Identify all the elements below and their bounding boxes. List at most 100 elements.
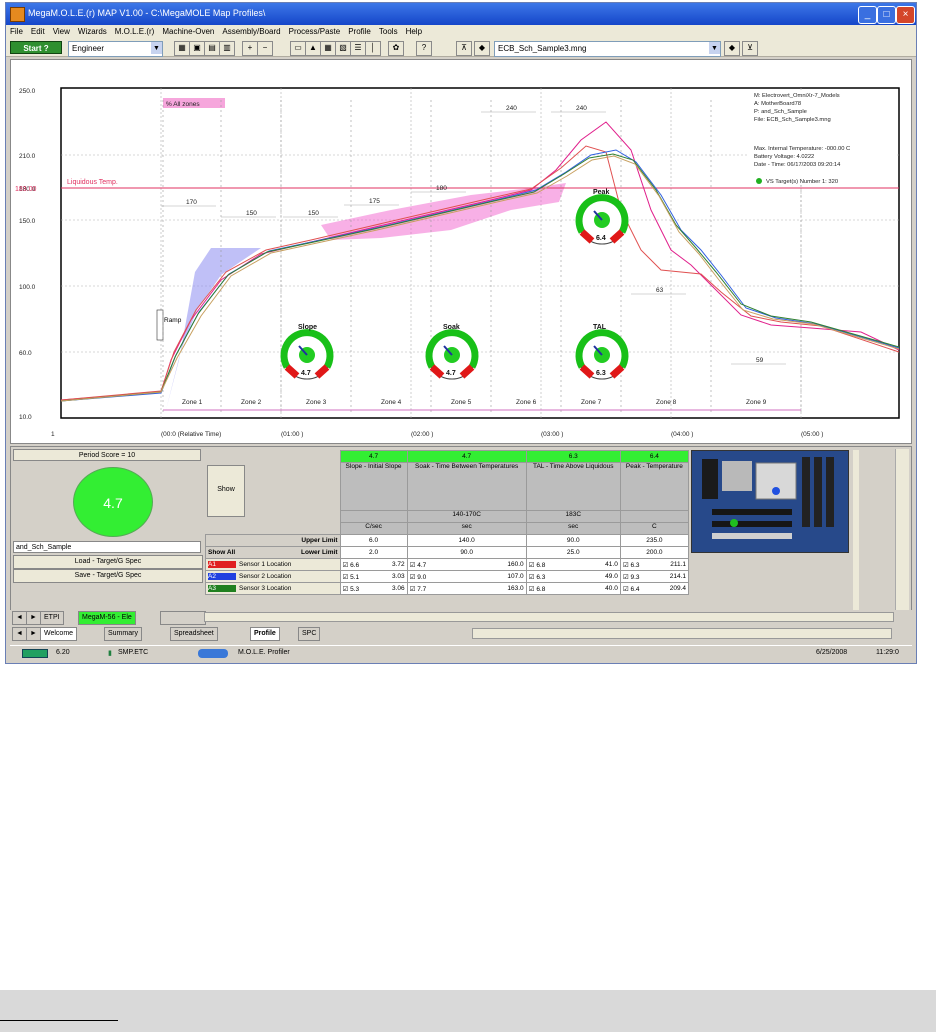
status-bar: 6.20 ▮ SMP.ETC M.O.L.E. Profiler 6/25/20… bbox=[10, 645, 912, 661]
maximize-button[interactable]: □ bbox=[877, 6, 896, 24]
sensor-name: Sensor 3 Location bbox=[239, 585, 292, 592]
new-profile-icon[interactable]: ▦ bbox=[174, 41, 190, 56]
rule-icon[interactable]: │ bbox=[365, 41, 381, 56]
next-file-icon[interactable]: ◆ bbox=[724, 41, 740, 56]
tal-upper[interactable]: 90.0 bbox=[525, 534, 621, 547]
grid-icon[interactable]: ▦ bbox=[320, 41, 336, 56]
liquidus-label: Liquidous Temp. bbox=[67, 179, 118, 186]
tab-profile[interactable]: Profile bbox=[250, 627, 280, 641]
menu-help[interactable]: Help bbox=[402, 25, 426, 36]
sensor-score: 6.6 bbox=[350, 561, 360, 569]
sensor-measure: 3.03 bbox=[391, 572, 405, 580]
close-button[interactable]: × bbox=[896, 6, 915, 24]
last-file-icon[interactable]: ⊻ bbox=[742, 41, 758, 56]
soak-upper[interactable]: 140.0 bbox=[406, 534, 527, 547]
save-target-button[interactable]: Save - Target/G Spec bbox=[13, 569, 203, 583]
app-window: MegaM.O.L.E.(r) MAP V1.00 - C:\MegaMOLE … bbox=[5, 2, 917, 664]
tab-summary[interactable]: Summary bbox=[104, 627, 142, 641]
tab-welcome[interactable]: Welcome bbox=[40, 627, 78, 641]
list-icon[interactable]: ☰ bbox=[350, 41, 366, 56]
zoom-out-icon[interactable]: − bbox=[257, 41, 273, 56]
interval-label: 150 bbox=[308, 210, 319, 217]
ramp-bracket bbox=[156, 309, 164, 341]
view-scrollbar[interactable] bbox=[472, 628, 892, 639]
sensor-row[interactable]: A1 Sensor 1 Location ☑ 6.6 3.72 ☑ 4.7 160.0 ☑ … bbox=[205, 558, 690, 571]
peak-lower[interactable]: 200.0 bbox=[619, 546, 690, 559]
lower-limit-row-label: Show All Lower Limit bbox=[205, 546, 341, 559]
menu-machine-oven[interactable]: Machine-Oven bbox=[158, 25, 218, 36]
user-level-select[interactable]: Engineer ▼ bbox=[68, 41, 163, 57]
sensor-checkbox-icon[interactable]: ☑ bbox=[343, 586, 351, 593]
slope-upper[interactable]: 6.0 bbox=[339, 534, 408, 547]
tal-unit: sec bbox=[525, 522, 621, 535]
interval-label: 150 bbox=[246, 210, 257, 217]
tab-spreadsheet[interactable]: Spreadsheet bbox=[170, 627, 218, 641]
y-tick-label: 210.0 bbox=[19, 153, 36, 160]
sensor-value-cell: ☑ 5.1 3.03 bbox=[339, 570, 408, 583]
sensor-measure: 160.0 bbox=[507, 560, 524, 568]
tal-sub: 183C bbox=[525, 510, 621, 523]
tal-title: TAL - Time Above Liquidous bbox=[525, 462, 621, 511]
zone-label: Zone 9 bbox=[746, 399, 767, 406]
menu-mole[interactable]: M.O.L.E.(r) bbox=[111, 25, 159, 36]
load-target-button[interactable]: Load - Target/G Spec bbox=[13, 555, 203, 569]
menu-view[interactable]: View bbox=[49, 25, 74, 36]
sensor-measure: 3.72 bbox=[391, 560, 405, 568]
folder-icon[interactable]: ▭ bbox=[290, 41, 306, 56]
zone-label: Zone 3 bbox=[306, 399, 327, 406]
sample-name-field[interactable]: and_Sch_Sample bbox=[13, 541, 201, 553]
menu-wizards[interactable]: Wizards bbox=[74, 25, 111, 36]
menu-assembly-board[interactable]: Assembly/Board bbox=[218, 25, 284, 36]
interval-label: 63 bbox=[656, 287, 664, 294]
save-icon[interactable]: ▣ bbox=[189, 41, 205, 56]
profile-chart[interactable]: 250.0 210.0 180.0 150.0 100.0 60.0 10.0 1 (00:0… bbox=[10, 59, 912, 444]
settings-icon[interactable]: ✿ bbox=[388, 41, 404, 56]
sensor-row[interactable]: A2 Sensor 2 Location ☑ 5.1 3.03 ☑ 9.0 107.0 ☑ … bbox=[205, 570, 690, 583]
sensor-name: Sensor 1 Location bbox=[239, 561, 292, 568]
sensor-tag: A3 bbox=[208, 585, 236, 592]
show-all-label[interactable]: Show All bbox=[208, 549, 235, 556]
zoom-in-icon[interactable]: + bbox=[242, 41, 258, 56]
sensor-score: 9.0 bbox=[417, 573, 427, 581]
profile-file-select[interactable]: ECB_Sch_Sample3.mng ▼ bbox=[494, 41, 721, 57]
sensor-value-cell: ☑ 6.8 41.0 bbox=[525, 558, 621, 571]
warning-icon[interactable]: ▲ bbox=[305, 41, 321, 56]
chart-icon[interactable]: ▧ bbox=[335, 41, 351, 56]
sensor-checkbox-icon[interactable]: ☑ bbox=[343, 574, 351, 581]
menu-profile[interactable]: Profile bbox=[344, 25, 375, 36]
peak-upper[interactable]: 235.0 bbox=[619, 534, 690, 547]
print-icon[interactable]: ▤ bbox=[204, 41, 220, 56]
tab-spc[interactable]: SPC bbox=[298, 627, 321, 641]
panel-scrollbar[interactable] bbox=[895, 449, 909, 613]
soak-lower[interactable]: 90.0 bbox=[406, 546, 527, 559]
peak-sub bbox=[619, 510, 690, 523]
peak-unit: C bbox=[619, 522, 690, 535]
sensor-measure: 211.1 bbox=[670, 560, 686, 568]
sensor-checkbox-icon[interactable]: ☑ bbox=[343, 562, 351, 569]
sensor-row[interactable]: A3 Sensor 3 Location ☑ 5.3 3.06 ☑ 7.7 163.0 ☑ … bbox=[205, 582, 690, 595]
slope-lower[interactable]: 2.0 bbox=[339, 546, 408, 559]
sensor-score: 5.1 bbox=[350, 573, 360, 581]
start-button[interactable]: Start ? bbox=[10, 41, 62, 54]
sensor-value-cell: ☑ 9.0 107.0 bbox=[406, 570, 527, 583]
tab-etpi[interactable]: ETPI bbox=[40, 611, 64, 625]
app-icon bbox=[10, 7, 25, 22]
sensor-score: 9.3 bbox=[630, 573, 640, 581]
tab-blank[interactable] bbox=[160, 611, 206, 625]
menu-file[interactable]: File bbox=[6, 25, 27, 36]
first-file-icon[interactable]: ⊼ bbox=[456, 41, 472, 56]
export-icon[interactable]: ▥ bbox=[219, 41, 235, 56]
interval-label: 170 bbox=[186, 199, 197, 206]
prev-file-icon[interactable]: ◆ bbox=[474, 41, 490, 56]
tab-megam[interactable]: MegaM-56 - Ele bbox=[78, 611, 136, 625]
help-icon[interactable]: ? bbox=[416, 41, 432, 56]
tal-lower[interactable]: 25.0 bbox=[525, 546, 621, 559]
menu-tools[interactable]: Tools bbox=[375, 25, 402, 36]
sensor-value-cell: ☑ 9.3 214.1 bbox=[619, 570, 690, 583]
menu-edit[interactable]: Edit bbox=[27, 25, 49, 36]
minimize-button[interactable]: _ bbox=[858, 6, 877, 24]
upper-limit-label: Upper Limit bbox=[205, 534, 341, 547]
horizontal-scrollbar[interactable] bbox=[204, 612, 894, 622]
menu-process-paste[interactable]: Process/Paste bbox=[285, 25, 345, 36]
lower-limit-label: Lower Limit bbox=[301, 549, 338, 556]
